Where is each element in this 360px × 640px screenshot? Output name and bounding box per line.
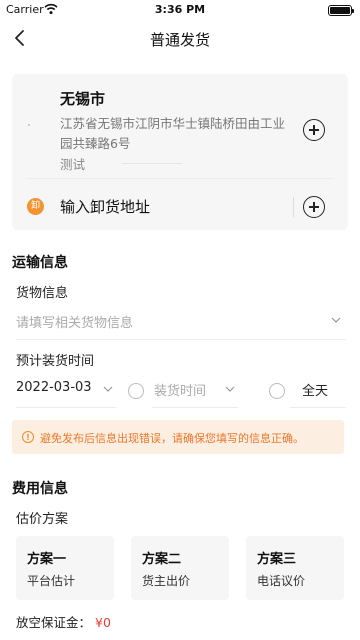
cargo-placeholder: 请填写相关货物信息 — [16, 316, 134, 331]
info-icon: ! — [22, 431, 34, 443]
battery-icon — [328, 5, 354, 16]
notice-text: 避免发布后信息出现错误，请确保您填写的信息正确。 — [40, 432, 304, 445]
plan-card-1[interactable]: 方案一 平台估计 — [16, 536, 114, 600]
all-day-label: 全天 — [302, 384, 329, 399]
load-date-value: 2022-03-03 — [16, 380, 92, 395]
loading-address-detail[interactable]: 江苏省无锡市江阴市华士镇陆桥田由工业园共臻路6号 — [60, 114, 296, 154]
contact-divider — [122, 163, 182, 164]
plan-desc: 电话议价 — [257, 574, 306, 588]
cargo-label: 货物信息 — [16, 286, 69, 301]
plan-name: 方案二 — [142, 552, 182, 567]
unload-badge-icon: 卸 — [27, 198, 44, 215]
add-loading-address-icon[interactable] — [303, 119, 325, 141]
route-dot — [28, 124, 30, 126]
status-bar: Carrier 3:36 PM — [0, 0, 360, 20]
chevron-down-icon — [331, 317, 341, 323]
all-day-option[interactable]: 全天 — [290, 376, 346, 408]
load-time-picker[interactable]: 装货时间 — [152, 376, 238, 408]
card-divider — [26, 178, 334, 179]
plan-desc: 货主出价 — [142, 574, 191, 588]
plan-name: 方案一 — [27, 552, 67, 567]
plan-desc: 平台估计 — [27, 574, 76, 588]
transport-section-title: 运输信息 — [12, 255, 68, 271]
deposit-amount: ¥0 — [95, 615, 111, 630]
deposit-label: 放空保证金： — [16, 615, 92, 630]
estimate-label: 估价方案 — [16, 512, 69, 527]
plan-name: 方案三 — [257, 552, 297, 567]
chevron-down-icon — [225, 386, 235, 392]
fee-section-title: 费用信息 — [12, 481, 68, 497]
load-time-placeholder: 装货时间 — [154, 384, 207, 399]
all-day-radio[interactable] — [269, 383, 285, 399]
add-unload-address-icon[interactable] — [303, 196, 325, 218]
chevron-down-icon — [103, 386, 113, 392]
load-time-radio[interactable] — [128, 383, 144, 399]
nav-bar: 普通发货 — [0, 20, 360, 56]
page-title: 普通发货 — [149, 31, 210, 49]
deposit-row: 放空保证金： ¥0 — [16, 612, 111, 631]
plan-card-2[interactable]: 方案二 货主出价 — [131, 536, 229, 600]
cargo-info-field[interactable]: 请填写相关货物信息 — [16, 310, 346, 340]
load-date-picker[interactable]: 2022-03-03 — [16, 376, 116, 408]
load-time-label: 预计装货时间 — [16, 354, 95, 369]
plan-card-3[interactable]: 方案三 电话议价 — [246, 536, 344, 600]
status-time: 3:36 PM — [154, 3, 206, 16]
vertical-divider — [293, 197, 294, 217]
notice-banner: ! 避免发布后信息出现错误，请确保您填写的信息正确。 — [12, 420, 344, 454]
unload-address-input[interactable]: 输入卸货地址 — [60, 196, 150, 217]
address-card: 无锡市 江苏省无锡市江阴市华士镇陆桥田由工业园共臻路6号 测试 卸 输入卸货地址 — [12, 74, 348, 230]
loading-city[interactable]: 无锡市 — [60, 88, 105, 109]
loading-contact: 测试 — [60, 157, 86, 172]
